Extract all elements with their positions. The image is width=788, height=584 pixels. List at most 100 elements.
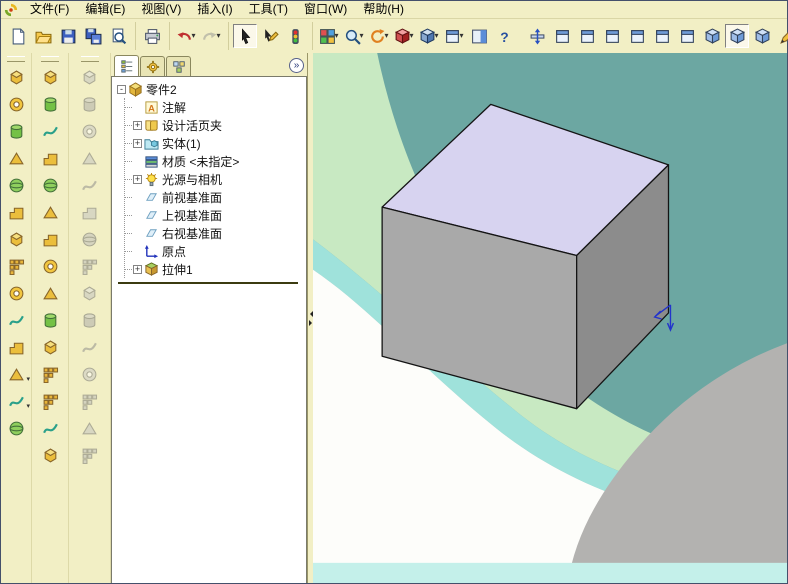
sketch-tool-14-button[interactable] <box>78 416 102 440</box>
right-view-button[interactable] <box>625 24 649 48</box>
dropdown-arrow-icon[interactable]: ▾ <box>26 403 30 411</box>
sketch-tool-3-button[interactable] <box>78 119 102 143</box>
left-tool-9-button[interactable] <box>4 281 28 305</box>
tree-item-annotations[interactable]: 注解 <box>125 98 306 116</box>
sketch-tool-6-button[interactable] <box>78 200 102 224</box>
sketch-tool-13-button[interactable] <box>78 389 102 413</box>
toolbar-drag-handle[interactable] <box>80 56 99 62</box>
menu-tools[interactable]: 工具(T) <box>241 1 296 18</box>
sketch-tool-7-button[interactable] <box>78 227 102 251</box>
menu-insert[interactable]: 插入(I) <box>189 1 240 18</box>
sketch-tool-12-button[interactable] <box>78 362 102 386</box>
sketch-tool-8-button[interactable] <box>78 254 102 278</box>
display-style-button[interactable]: ▾ <box>417 24 441 48</box>
fillet-button[interactable] <box>38 173 62 197</box>
tree-item-origin[interactable]: 原点 <box>125 242 306 260</box>
viewport-canvas[interactable] <box>313 53 787 583</box>
dropdown-arrow-icon[interactable]: ▾ <box>26 376 30 384</box>
new-document-button[interactable] <box>6 24 30 48</box>
left-tool-13-button[interactable]: ▾ <box>4 389 30 413</box>
extrude-boss-button[interactable] <box>38 65 62 89</box>
sketch-tool-9-button[interactable] <box>78 281 102 305</box>
zoom-tools-button[interactable]: ▾ <box>342 24 366 48</box>
tree-item-extrude1[interactable]: + 拉伸1 <box>125 260 306 278</box>
tree-item-lights-cameras[interactable]: + 光源与相机 <box>125 170 306 188</box>
selection-filter-button[interactable] <box>283 24 307 48</box>
revolve-boss-button[interactable] <box>38 92 62 116</box>
section-view-button[interactable]: ▾ <box>392 24 416 48</box>
dropdown-arrow-icon[interactable]: ▾ <box>459 32 463 40</box>
tree-item-part[interactable]: - 零件2 <box>116 80 306 98</box>
left-tool-10-button[interactable] <box>4 308 28 332</box>
circular-pattern-button[interactable] <box>38 389 62 413</box>
rotate-view-button[interactable]: ▾ <box>367 24 391 48</box>
shell-button[interactable] <box>38 254 62 278</box>
trimetric-view-button[interactable] <box>725 24 749 48</box>
isometric-view-button[interactable] <box>700 24 724 48</box>
menu-help[interactable]: 帮助(H) <box>355 1 412 18</box>
dropdown-arrow-icon[interactable]: ▾ <box>191 32 195 40</box>
dropdown-arrow-icon[interactable]: ▾ <box>384 32 388 40</box>
expander-toggle[interactable]: + <box>133 174 142 184</box>
print-preview-button[interactable] <box>106 24 130 48</box>
toolbar-drag-handle[interactable] <box>7 56 25 62</box>
task-pane-button[interactable] <box>467 24 491 48</box>
collapse-panel-button[interactable]: » <box>289 58 304 73</box>
left-tool-8-button[interactable] <box>4 254 28 278</box>
tree-item-solid-bodies[interactable]: + 实体(1) <box>125 134 306 152</box>
tree-item-design-binder[interactable]: + 设计活页夹 <box>125 116 306 134</box>
print-button[interactable] <box>140 24 164 48</box>
sketch-tool-11-button[interactable] <box>78 335 102 359</box>
sketch-tool-5-button[interactable] <box>78 173 102 197</box>
linear-pattern-button[interactable] <box>38 362 62 386</box>
tree-item-top-plane[interactable]: 上视基准面 <box>125 206 306 224</box>
left-tool-14-button[interactable] <box>4 416 28 440</box>
left-tool-1-button[interactable] <box>4 65 28 89</box>
menu-file[interactable]: 文件(F) <box>22 1 77 18</box>
normal-to-view-button[interactable] <box>525 24 549 48</box>
mirror-feature-button[interactable] <box>38 335 62 359</box>
dropdown-arrow-icon[interactable]: ▾ <box>334 32 338 40</box>
sweep-button[interactable] <box>38 119 62 143</box>
reference-geometry-button[interactable] <box>38 443 62 467</box>
left-tool-12-button[interactable]: ▾ <box>4 362 30 386</box>
left-view-button[interactable] <box>600 24 624 48</box>
tree-item-front-plane[interactable]: 前视基准面 <box>125 188 306 206</box>
menu-view[interactable]: 视图(V) <box>133 1 189 18</box>
left-tool-3-button[interactable] <box>4 119 28 143</box>
help-button[interactable] <box>492 24 516 48</box>
sketch-tool-1-button[interactable] <box>78 65 102 89</box>
sketch-tool-10-button[interactable] <box>78 308 102 332</box>
save-all-button[interactable] <box>81 24 105 48</box>
tree-item-right-plane[interactable]: 右视基准面 <box>125 224 306 242</box>
sketch-tool-2-button[interactable] <box>78 92 102 116</box>
sketch-tool-4-button[interactable] <box>78 146 102 170</box>
edit-sketch-button[interactable] <box>775 24 788 48</box>
expander-toggle[interactable]: - <box>117 84 126 94</box>
redo-button[interactable]: ▾ <box>199 24 223 48</box>
left-tool-4-button[interactable] <box>4 146 28 170</box>
curve-button[interactable] <box>38 416 62 440</box>
save-button[interactable] <box>56 24 80 48</box>
dimetric-view-button[interactable] <box>750 24 774 48</box>
left-tool-5-button[interactable] <box>4 173 28 197</box>
select-button[interactable] <box>233 24 257 48</box>
top-view-button[interactable] <box>650 24 674 48</box>
tree-item-material[interactable]: 材质 <未指定> <box>125 152 306 170</box>
toolbar-drag-handle[interactable] <box>41 56 59 62</box>
dropdown-arrow-icon[interactable]: ▾ <box>409 32 413 40</box>
rib-button[interactable] <box>38 227 62 251</box>
menu-edit[interactable]: 编辑(E) <box>77 1 133 18</box>
propertymanager-tab[interactable] <box>140 56 165 76</box>
left-tool-6-button[interactable] <box>4 200 28 224</box>
undo-button[interactable]: ▾ <box>174 24 198 48</box>
left-tool-7-button[interactable] <box>4 227 28 251</box>
featuremanager-tab[interactable] <box>114 55 139 76</box>
loft-button[interactable] <box>38 146 62 170</box>
expander-toggle[interactable]: + <box>133 264 142 274</box>
sketch-tool-15-button[interactable] <box>78 443 102 467</box>
expander-toggle[interactable]: + <box>133 120 142 130</box>
dropdown-arrow-icon[interactable]: ▾ <box>434 32 438 40</box>
sketch-toggle-button[interactable]: ▾ <box>317 24 341 48</box>
bottom-view-button[interactable] <box>675 24 699 48</box>
